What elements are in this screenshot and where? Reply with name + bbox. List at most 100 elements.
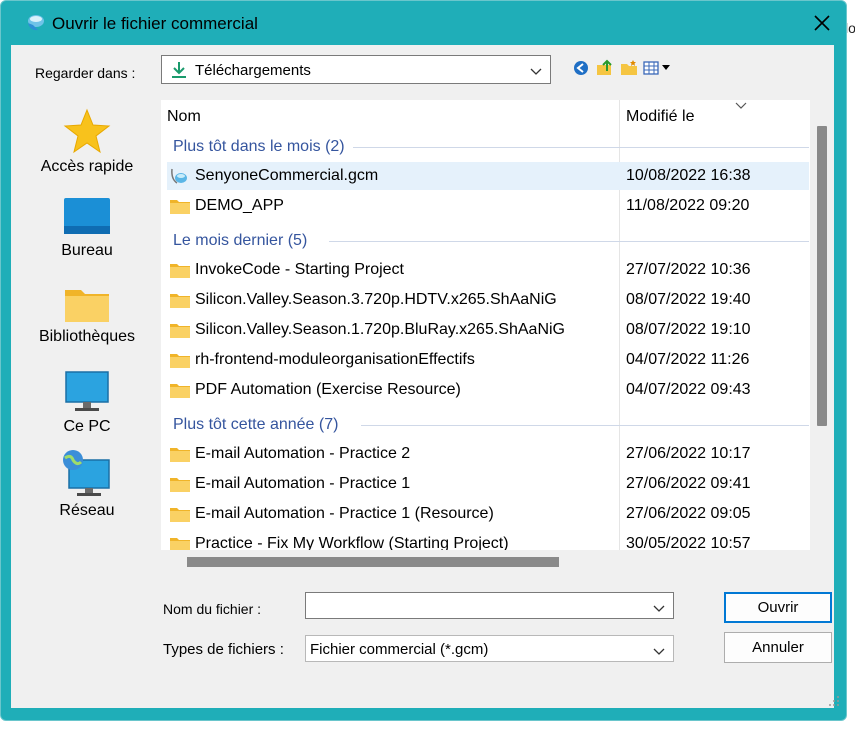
file-row[interactable]: InvokeCode - Starting Project 27/07/2022… <box>167 256 809 284</box>
file-date: 04/07/2022 09:43 <box>626 381 751 398</box>
column-header-modified[interactable]: Modifié le <box>626 108 694 140</box>
places-bar: Accès rapide Bureau Bibliothèques Ce PC … <box>21 100 153 700</box>
file-date: 08/07/2022 19:10 <box>626 321 751 338</box>
download-folder-icon <box>170 61 188 82</box>
file-row[interactable]: E-mail Automation - Practice 2 27/06/202… <box>167 440 809 468</box>
folder-icon <box>170 448 190 462</box>
group-divider <box>353 147 809 148</box>
file-name: PDF Automation (Exercise Resource) <box>195 381 461 398</box>
chevron-down-icon <box>653 644 665 659</box>
chevron-down-icon[interactable] <box>653 601 665 616</box>
file-date: 27/07/2022 10:36 <box>626 261 751 278</box>
folder-icon <box>170 324 190 338</box>
file-row[interactable]: Practice - Fix My Workflow (Starting Pro… <box>167 530 809 550</box>
file-row[interactable]: E-mail Automation - Practice 1 27/06/202… <box>167 470 809 498</box>
file-name-input[interactable] <box>305 592 674 619</box>
file-date: 30/05/2022 10:57 <box>626 535 751 550</box>
file-name: Practice - Fix My Workflow (Starting Pro… <box>195 535 509 550</box>
horizontal-scrollbar[interactable] <box>187 557 559 567</box>
look-in-value: Téléchargements <box>195 62 311 79</box>
file-name: Silicon.Valley.Season.1.720p.BluRay.x265… <box>195 321 565 338</box>
file-name: rh-frontend-moduleorganisationEffectifs <box>195 351 475 368</box>
dialog-body: Regarder dans : Téléchargements Accès ra… <box>11 45 839 708</box>
file-name: Silicon.Valley.Season.3.720p.HDTV.x265.S… <box>195 291 557 308</box>
file-date: 27/06/2022 09:41 <box>626 475 751 492</box>
folder-icon <box>170 384 190 398</box>
file-list[interactable]: Nom Modifié le Plus tôt dans le mois (2)… <box>161 100 810 550</box>
group-divider <box>361 425 809 426</box>
resize-grip-icon[interactable] <box>828 695 840 707</box>
file-date: 11/08/2022 09:20 <box>626 197 750 214</box>
file-date: 27/06/2022 10:17 <box>626 445 751 462</box>
back-arrow-icon <box>574 61 588 75</box>
folder-icon <box>170 508 190 522</box>
gcm-file-icon <box>171 168 187 184</box>
back-button[interactable] <box>571 58 591 78</box>
file-name: E-mail Automation - Practice 2 <box>195 445 411 462</box>
folder-icon <box>170 478 190 492</box>
file-name: DEMO_APP <box>195 197 284 214</box>
group-header[interactable]: Plus tôt cette année (7) <box>173 416 338 434</box>
new-folder-icon <box>621 60 637 75</box>
file-type-value: Fichier commercial (*.gcm) <box>310 641 489 658</box>
view-menu-button[interactable] <box>643 58 673 78</box>
file-name: E-mail Automation - Practice 1 <box>195 475 411 492</box>
place-label: Bureau <box>61 242 113 259</box>
open-file-dialog: Ouvrir le fichier commercial Regarder da… <box>0 0 847 721</box>
file-row[interactable]: rh-frontend-moduleorganisationEffectifs … <box>167 346 809 374</box>
sort-chevron-icon <box>735 102 747 109</box>
file-date: 08/07/2022 19:40 <box>626 291 751 308</box>
title-bar[interactable]: Ouvrir le fichier commercial <box>1 1 846 45</box>
folder-icon <box>170 354 190 368</box>
dialog-title: Ouvrir le fichier commercial <box>52 14 258 33</box>
desktop-icon <box>64 198 110 234</box>
file-name: SenyoneCommercial.gcm <box>195 167 379 184</box>
folder-icon <box>170 294 190 308</box>
group-header[interactable]: Le mois dernier (5) <box>173 232 307 250</box>
place-desktop[interactable]: Bureau <box>21 196 153 260</box>
place-label: Bibliothèques <box>38 328 136 345</box>
new-folder-button[interactable] <box>619 58 639 78</box>
file-name: E-mail Automation - Practice 1 (Resource… <box>195 505 494 522</box>
place-network[interactable]: Réseau <box>21 450 153 520</box>
file-name-label: Nom du fichier : <box>163 601 262 617</box>
look-in-dropdown[interactable]: Téléchargements <box>161 55 551 84</box>
folder-icon <box>170 200 190 214</box>
folder-icon <box>170 264 190 278</box>
open-button[interactable]: Ouvrir <box>724 592 832 623</box>
file-date: 27/06/2022 09:05 <box>626 505 751 522</box>
place-quick-access[interactable]: Accès rapide <box>21 108 153 176</box>
place-this-pc[interactable]: Ce PC <box>21 370 153 436</box>
close-button[interactable] <box>802 7 842 39</box>
place-label: Accès rapide <box>40 158 134 175</box>
file-row[interactable]: Silicon.Valley.Season.3.720p.HDTV.x265.S… <box>167 286 809 314</box>
group-header[interactable]: Plus tôt dans le mois (2) <box>173 138 345 156</box>
file-type-dropdown[interactable]: Fichier commercial (*.gcm) <box>305 635 674 662</box>
chevron-down-icon <box>530 64 542 79</box>
star-icon <box>63 108 111 154</box>
cancel-button[interactable]: Annuler <box>724 632 832 663</box>
file-row[interactable]: DEMO_APP 11/08/2022 09:20 <box>167 192 809 220</box>
file-type-label: Types de fichiers : <box>163 641 284 658</box>
library-icon <box>65 290 109 322</box>
computer-icon <box>65 371 109 411</box>
open-button-label: Ouvrir <box>757 599 799 616</box>
folder-icon <box>170 538 190 550</box>
close-icon <box>814 15 830 31</box>
cancel-button-label: Annuler <box>752 639 804 656</box>
column-header-name[interactable]: Nom <box>167 108 201 140</box>
navigation-toolbar <box>571 58 673 78</box>
up-folder-button[interactable] <box>595 58 615 78</box>
network-icon <box>63 450 110 496</box>
file-row[interactable]: E-mail Automation - Practice 1 (Resource… <box>167 500 809 528</box>
look-in-label: Regarder dans : <box>35 65 136 81</box>
app-icon <box>25 13 45 33</box>
view-grid-icon <box>643 61 670 75</box>
file-row[interactable]: PDF Automation (Exercise Resource) 04/07… <box>167 376 809 404</box>
vertical-scrollbar[interactable] <box>817 126 827 426</box>
file-row[interactable]: SenyoneCommercial.gcm 10/08/2022 16:38 <box>167 162 809 190</box>
file-date: 04/07/2022 11:26 <box>626 351 750 368</box>
up-folder-icon <box>597 59 612 75</box>
place-libraries[interactable]: Bibliothèques <box>21 284 153 346</box>
file-row[interactable]: Silicon.Valley.Season.1.720p.BluRay.x265… <box>167 316 809 344</box>
